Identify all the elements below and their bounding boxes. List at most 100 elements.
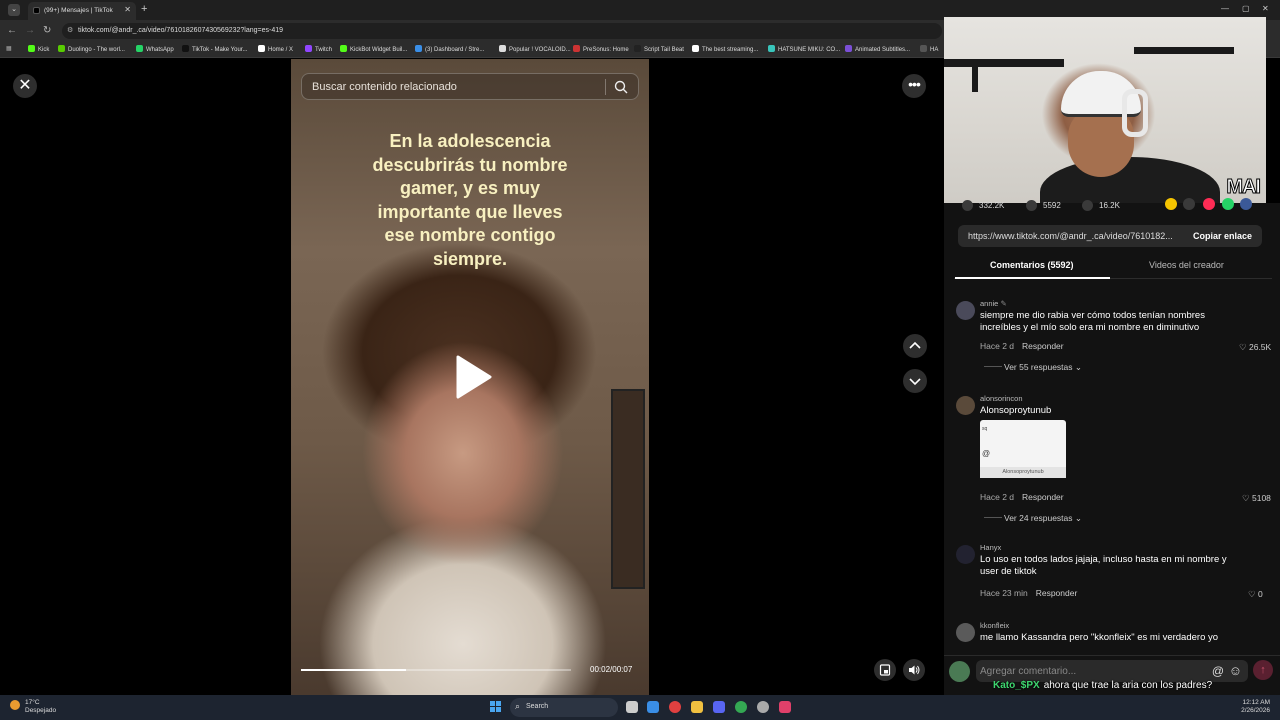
system-clock[interactable]: 12:12 AM 2/26/2026	[1241, 699, 1270, 715]
play-icon[interactable]	[454, 355, 492, 399]
bookmark-icon	[1082, 200, 1093, 211]
task-view-icon[interactable]	[626, 701, 638, 713]
share-option-icon[interactable]	[1183, 198, 1195, 210]
comment-username[interactable]: kkonfleix	[980, 621, 1009, 630]
bookmark-item[interactable]: HATSUNE MIKU: CO...	[768, 45, 840, 53]
comment-username[interactable]: Hanyx	[980, 543, 1001, 552]
search-icon[interactable]	[614, 80, 628, 94]
share-option-icon[interactable]	[1165, 198, 1177, 210]
save-count[interactable]: 16.2K	[1082, 200, 1120, 211]
edge-icon[interactable]	[647, 701, 659, 713]
previous-video-button[interactable]	[903, 334, 927, 358]
bookmark-item[interactable]: Twitch	[305, 45, 332, 53]
reply-button[interactable]: Responder	[1022, 492, 1064, 502]
tab-comments[interactable]: Comentarios (5592)	[990, 260, 1074, 270]
avatar[interactable]	[956, 396, 975, 415]
url-bar[interactable]: ⚙ tiktok.com/@andr_.ca/video/76101826074…	[62, 23, 942, 39]
bookmark-item[interactable]: TikTok - Make Your...	[182, 45, 247, 53]
send-comment-button[interactable]: ↑	[1253, 660, 1273, 680]
bookmark-favicon-icon	[340, 45, 347, 52]
comment-like-button[interactable]: ♡ 0	[1248, 589, 1263, 600]
bookmark-item[interactable]: Script Tail Beat	[634, 45, 684, 53]
copy-link-button[interactable]: Copiar enlace	[1193, 231, 1252, 241]
avatar[interactable]	[956, 623, 975, 642]
share-option-icon[interactable]	[1203, 198, 1215, 210]
share-option-icon[interactable]	[1240, 198, 1252, 210]
close-tab-icon[interactable]: ✕	[124, 5, 131, 14]
comment-username[interactable]: annie ✎	[980, 299, 1007, 308]
browser-tab-title: (99+) Mensajes | TikTok	[44, 7, 113, 14]
tab-creator-videos[interactable]: Videos del creador	[1149, 260, 1224, 270]
next-video-button[interactable]	[903, 369, 927, 393]
weather-widget[interactable]: 17°C Despejado	[10, 699, 56, 715]
video-player[interactable]: Buscar contenido relacionado En la adole…	[291, 59, 649, 695]
reply-button[interactable]: Responder	[1036, 588, 1078, 598]
taskbar-search[interactable]: Search	[510, 698, 618, 717]
minimize-button[interactable]: —	[1221, 4, 1229, 13]
headphones-icon	[1122, 89, 1148, 137]
view-replies-button[interactable]: Ver 24 respuestas ⌄	[984, 513, 1082, 524]
related-search-input[interactable]: Buscar contenido relacionado	[301, 73, 639, 100]
browser-tab[interactable]: (99+) Mensajes | TikTok ✕	[28, 2, 136, 20]
site-info-icon[interactable]: ⚙	[67, 26, 73, 34]
like-count[interactable]: 332.2K	[962, 200, 1004, 211]
bookmark-favicon-icon	[305, 45, 312, 52]
music-app-icon[interactable]	[779, 701, 791, 713]
avatar[interactable]	[956, 301, 975, 320]
comment-count[interactable]: 5592	[1026, 200, 1061, 211]
maximize-button[interactable]: ▢	[1242, 4, 1250, 13]
comment-text: siempre me dio rabia ver cómo todos tení…	[980, 310, 1205, 333]
bookmark-item[interactable]: The best streaming...	[692, 45, 758, 53]
tab-search-button[interactable]: ⌄	[8, 4, 20, 16]
chevron-up-icon	[909, 341, 921, 349]
comment-like-button[interactable]: ♡ 26.5K	[1239, 342, 1271, 353]
comment-image-caption: Alonsoproytunub	[980, 467, 1066, 478]
bookmark-item[interactable]: KickBot Widget Buil...	[340, 45, 407, 53]
floating-player-button[interactable]	[874, 659, 896, 681]
apps-grid-icon[interactable]: ▦	[6, 45, 12, 52]
share-option-icon[interactable]	[1222, 198, 1234, 210]
bookmark-item[interactable]: (3) Dashboard / Stre...	[415, 45, 484, 53]
comment-image[interactable]: sq @ Alonsoproytunub	[980, 420, 1066, 478]
share-link-box: https://www.tiktok.com/@andr_.ca/video/7…	[958, 225, 1262, 247]
close-video-button[interactable]: ✕	[13, 74, 37, 98]
back-icon[interactable]: ←	[7, 25, 17, 36]
volume-button[interactable]	[903, 659, 925, 681]
comment-input[interactable]: Agregar comentario... @ ☺	[976, 660, 1248, 682]
new-tab-button[interactable]: +	[141, 3, 147, 15]
bookmark-item[interactable]: Duolingo - The worl...	[58, 45, 125, 53]
panel-tabs: Comentarios (5592) Videos del creador	[954, 255, 1272, 279]
bookmark-item[interactable]: Popular ! VOCALOID...	[499, 45, 571, 53]
opera-icon[interactable]	[669, 701, 681, 713]
bookmark-item[interactable]: HA	[920, 45, 938, 53]
more-options-button[interactable]: •••	[902, 74, 926, 98]
emoji-icon[interactable]: ☺	[1229, 663, 1242, 678]
bookmark-item[interactable]: Home / X	[258, 45, 293, 53]
discord-icon[interactable]	[713, 701, 725, 713]
windows-start-icon[interactable]	[490, 701, 502, 713]
reload-icon[interactable]: ↻	[43, 25, 51, 36]
video-progress-bar[interactable]	[301, 669, 571, 671]
bookmark-favicon-icon	[182, 45, 189, 52]
chrome-icon[interactable]	[735, 701, 747, 713]
clock-time: 12:12 AM	[1242, 699, 1270, 706]
avatar[interactable]	[956, 545, 975, 564]
reply-button[interactable]: Responder	[1022, 341, 1064, 351]
share-link-text[interactable]: https://www.tiktok.com/@andr_.ca/video/7…	[968, 231, 1173, 241]
bookmark-item[interactable]: WhatsApp	[136, 45, 174, 53]
webcam-shelf-right	[1134, 47, 1234, 54]
tiktok-favicon-icon	[33, 7, 40, 14]
comment-like-button[interactable]: ♡ 5108	[1242, 493, 1271, 504]
bookmark-item[interactable]: Animated Subtitles...	[845, 45, 910, 53]
file-explorer-icon[interactable]	[691, 701, 703, 713]
settings-icon[interactable]	[757, 701, 769, 713]
view-replies-button[interactable]: Ver 55 respuestas ⌄	[984, 362, 1082, 373]
bookmark-item[interactable]: PreSonus: Home	[573, 45, 629, 53]
chat-text: ahora que trae la aria con los padres?	[1043, 680, 1213, 691]
close-window-button[interactable]: ✕	[1262, 4, 1269, 13]
forward-icon[interactable]: →	[25, 25, 35, 36]
bookmark-favicon-icon	[692, 45, 699, 52]
comment-username[interactable]: alonsorincon	[980, 394, 1023, 403]
mention-icon[interactable]: @	[1212, 664, 1224, 678]
bookmark-item[interactable]: Kick	[28, 45, 49, 53]
